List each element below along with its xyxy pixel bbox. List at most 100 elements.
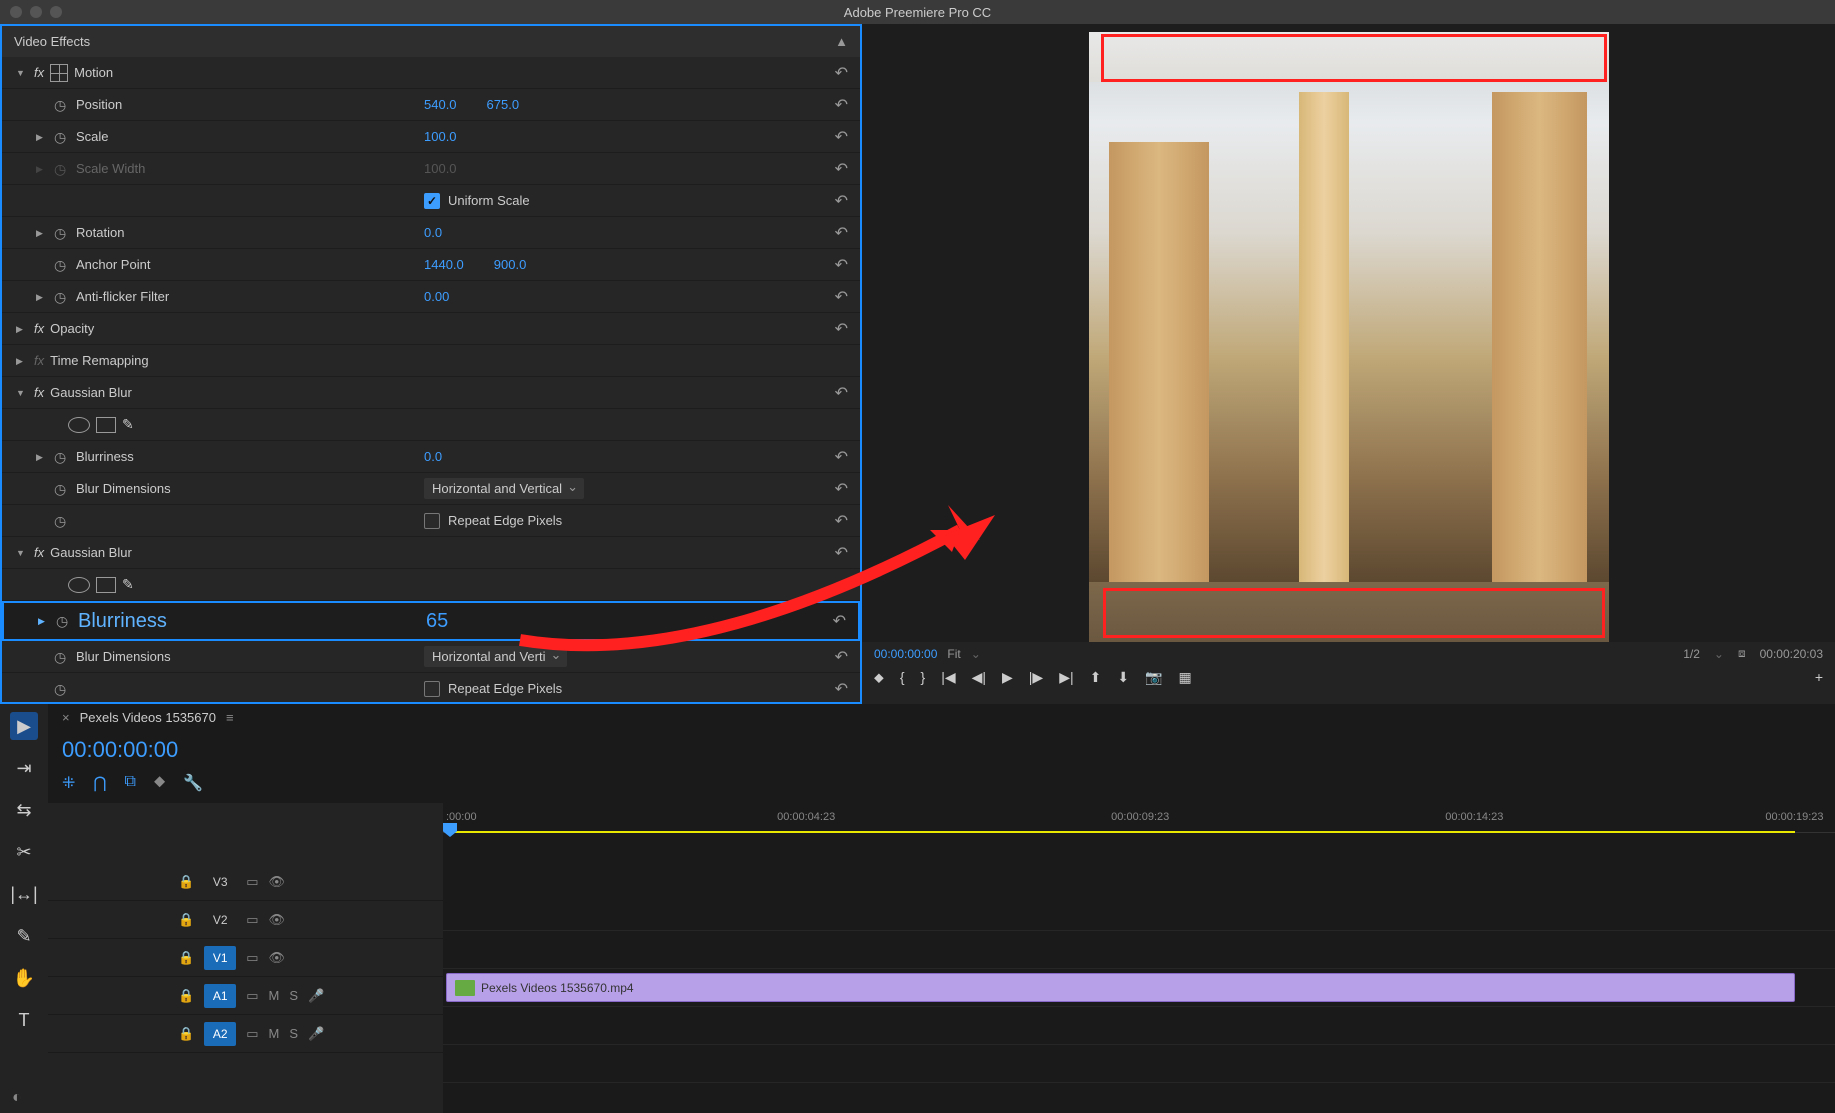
reset-button[interactable] xyxy=(835,191,848,211)
lock-icon[interactable]: 🔒 xyxy=(178,912,194,928)
solo-icon[interactable]: S xyxy=(289,1026,298,1041)
slip-tool-icon[interactable]: |↔| xyxy=(10,880,38,908)
stopwatch-icon[interactable] xyxy=(54,449,70,465)
solo-icon[interactable]: S xyxy=(289,988,298,1003)
anchor-y[interactable]: 900.0 xyxy=(494,257,527,272)
track-v1[interactable]: 🔒 V1 ▭ 👁 xyxy=(48,939,443,977)
monitor-timecode-left[interactable]: 00:00:00:00 xyxy=(874,647,937,661)
lock-icon[interactable]: 🔒 xyxy=(178,874,194,890)
fx-icon[interactable]: fx xyxy=(34,385,44,400)
linked-selection-icon[interactable]: ⧉ xyxy=(125,773,136,793)
ellipse-mask-icon[interactable] xyxy=(68,577,90,593)
track-a2[interactable]: 🔒 A2 ▭ M S 🎤 xyxy=(48,1015,443,1053)
blurriness2-value[interactable]: 65 xyxy=(426,610,448,632)
track-a1-label[interactable]: A1 xyxy=(204,984,236,1008)
go-to-out-icon[interactable]: ▶| xyxy=(1059,669,1073,686)
timeline-tracks[interactable]: :00:00 00:00:04:23 00:00:09:23 00:00:14:… xyxy=(443,803,1835,1113)
chevron-right-icon[interactable] xyxy=(36,291,50,303)
toggle-track-icon[interactable]: ▭ xyxy=(246,874,258,890)
chevron-right-icon[interactable] xyxy=(36,451,50,463)
magnet-icon[interactable]: ⋂ xyxy=(93,773,106,793)
stopwatch-icon[interactable] xyxy=(54,225,70,241)
lift-icon[interactable]: ⬆ xyxy=(1090,669,1102,686)
reset-button[interactable] xyxy=(835,159,848,179)
stopwatch-icon[interactable] xyxy=(56,613,72,629)
toggle-track-icon[interactable]: ▭ xyxy=(246,988,258,1004)
reset-button[interactable] xyxy=(835,63,848,83)
scale-value[interactable]: 100.0 xyxy=(424,129,457,144)
timeline-timecode[interactable]: 00:00:00:00 xyxy=(62,737,178,763)
mic-icon[interactable]: 🎤 xyxy=(308,988,324,1004)
reset-button[interactable] xyxy=(835,511,848,531)
track-v1-label[interactable]: V1 xyxy=(204,946,236,970)
play-icon[interactable]: ▶ xyxy=(1002,669,1013,686)
type-tool-icon[interactable]: T xyxy=(10,1006,38,1034)
track-v3[interactable]: 🔒 V3 ▭ 👁 xyxy=(48,863,443,901)
pen-mask-icon[interactable]: ✎ xyxy=(122,416,134,433)
safe-margins-icon[interactable]: ⧈ xyxy=(1738,646,1746,661)
creative-cloud-icon[interactable]: ◐ xyxy=(12,1089,22,1107)
rotation-value[interactable]: 0.0 xyxy=(424,225,442,240)
track-a1[interactable]: 🔒 A1 ▭ M S 🎤 xyxy=(48,977,443,1015)
fx-icon[interactable]: fx xyxy=(34,545,44,560)
lock-icon[interactable]: 🔒 xyxy=(178,950,194,966)
chevron-right-icon[interactable] xyxy=(16,355,30,367)
hand-tool-icon[interactable]: ✋ xyxy=(10,964,38,992)
panel-menu-icon[interactable]: ▲ xyxy=(835,34,848,49)
reset-button[interactable] xyxy=(835,223,848,243)
extract-icon[interactable]: ⬇ xyxy=(1117,669,1129,686)
lane-v1[interactable]: Pexels Videos 1535670.mp4 xyxy=(443,969,1835,1007)
reset-button[interactable] xyxy=(835,255,848,275)
eye-icon[interactable]: 👁 xyxy=(268,950,285,966)
comparison-icon[interactable]: ▦ xyxy=(1179,669,1192,686)
effect-time-remapping[interactable]: fx Time Remapping xyxy=(2,345,860,377)
toggle-track-icon[interactable]: ▭ xyxy=(246,950,258,966)
fx-icon[interactable]: fx xyxy=(34,321,44,336)
toggle-track-icon[interactable]: ▭ xyxy=(246,1026,258,1042)
chevron-right-icon[interactable] xyxy=(36,227,50,239)
rect-mask-icon[interactable] xyxy=(96,417,116,433)
position-x[interactable]: 540.0 xyxy=(424,97,457,112)
reset-button[interactable] xyxy=(835,95,848,115)
reset-button[interactable] xyxy=(835,543,848,563)
fx-icon[interactable]: fx xyxy=(34,353,44,368)
step-forward-icon[interactable]: |▶ xyxy=(1029,669,1043,686)
lane-a1[interactable] xyxy=(443,1007,1835,1045)
lane-v3[interactable] xyxy=(443,893,1835,931)
lane-v2[interactable] xyxy=(443,931,1835,969)
pen-tool-icon[interactable]: ✎ xyxy=(10,922,38,950)
chevron-right-icon[interactable] xyxy=(38,615,52,627)
blur-dim2-dropdown[interactable]: Horizontal and Verti xyxy=(424,646,567,667)
effect-opacity[interactable]: fx Opacity xyxy=(2,313,860,345)
monitor-fit-dropdown[interactable]: Fit xyxy=(947,647,960,661)
reset-button[interactable] xyxy=(835,383,848,403)
maximize-window[interactable] xyxy=(50,6,62,18)
sequence-tab-label[interactable]: Pexels Videos 1535670 xyxy=(80,710,216,725)
button-editor-icon[interactable]: + xyxy=(1815,669,1823,686)
lane-a2[interactable] xyxy=(443,1045,1835,1083)
track-select-tool-icon[interactable]: ⇥ xyxy=(10,754,38,782)
track-v3-label[interactable]: V3 xyxy=(204,870,236,894)
stopwatch-icon[interactable] xyxy=(54,649,70,665)
selection-tool-icon[interactable]: ▶ xyxy=(10,712,38,740)
mute-icon[interactable]: M xyxy=(268,988,279,1003)
blurriness1-value[interactable]: 0.0 xyxy=(424,449,442,464)
lock-icon[interactable]: 🔒 xyxy=(178,988,194,1004)
stopwatch-icon[interactable] xyxy=(54,257,70,273)
effect-gaussian-blur-2[interactable]: fx Gaussian Blur xyxy=(2,537,860,569)
step-back-icon[interactable]: ◀| xyxy=(972,669,986,686)
work-area-bar[interactable] xyxy=(446,831,1795,833)
reset-button[interactable] xyxy=(835,127,848,147)
effect-motion[interactable]: fx Motion xyxy=(2,57,860,89)
mic-icon[interactable]: 🎤 xyxy=(308,1026,324,1042)
mark-out-icon[interactable]: } xyxy=(921,669,926,686)
reset-button[interactable] xyxy=(835,319,848,339)
panel-menu-icon[interactable]: ≡ xyxy=(226,710,234,725)
chevron-right-icon[interactable] xyxy=(36,163,50,175)
position-y[interactable]: 675.0 xyxy=(487,97,520,112)
chevron-right-icon[interactable] xyxy=(36,131,50,143)
anchor-x[interactable]: 1440.0 xyxy=(424,257,464,272)
chevron-right-icon[interactable] xyxy=(16,323,30,335)
fx-icon[interactable]: fx xyxy=(34,65,44,80)
minimize-window[interactable] xyxy=(30,6,42,18)
